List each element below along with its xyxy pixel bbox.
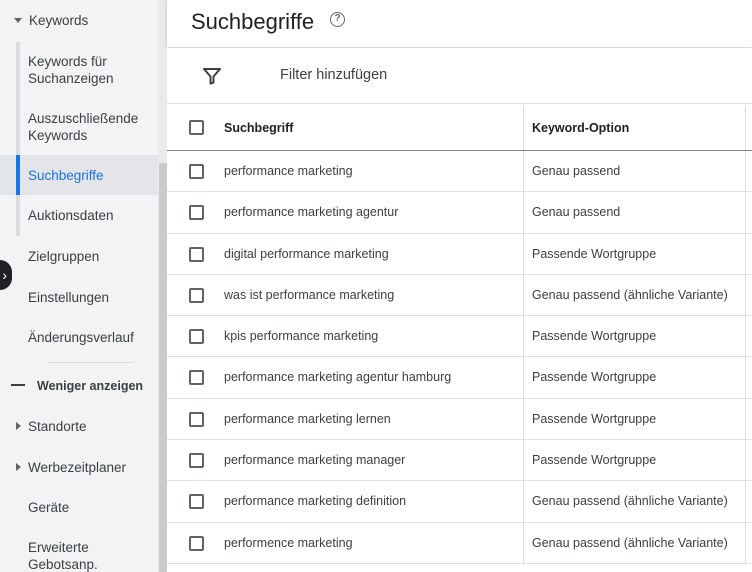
table-row[interactable]: performance marketing agentur Genau passe… xyxy=(167,192,752,234)
match-type-cell: Passende Wortgruppe xyxy=(532,329,657,344)
table-row[interactable]: performence marketing Genau passend (ähnl… xyxy=(167,523,752,564)
match-type-cell: Genau passend (ähnliche Variante) xyxy=(532,535,728,550)
search-term-cell: performance marketing definition xyxy=(224,494,407,509)
search-term-cell: digital performance marketing xyxy=(224,246,389,261)
table-row[interactable]: digital performance marketing Passende Wo… xyxy=(167,234,752,275)
sidebar-item-locations[interactable]: Standorte xyxy=(0,418,158,436)
sidebar-item-label: Erweiterte Gebotsanp. xyxy=(28,540,98,572)
match-type-cell: Genau passend (ähnliche Variante) xyxy=(532,494,728,509)
sidebar-item-label: Änderungsverlauf xyxy=(28,330,134,345)
search-term-cell: performance marketing xyxy=(224,164,353,178)
show-less-label: Weniger anzeigen xyxy=(37,379,144,393)
column-header-match-type[interactable]: Keyword-Option xyxy=(532,121,629,135)
show-less-button[interactable]: Weniger anzeigen xyxy=(0,378,158,396)
sidebar-item-label: Zielgruppen xyxy=(28,249,100,264)
table-row[interactable]: performance marketing definition Genau pa… xyxy=(167,481,752,523)
column-header-search-term[interactable]: Suchbegriff xyxy=(224,121,293,135)
sidebar-item-label: Standorte xyxy=(28,419,87,434)
sidebar-item-label: Keywords für Suchanzeigen xyxy=(28,54,114,86)
row-checkbox[interactable] xyxy=(189,411,204,427)
sidebar-item-settings[interactable]: Einstellungen xyxy=(0,289,158,307)
search-term-cell: kpis performance marketing xyxy=(224,329,379,344)
page-title: Suchbegriffe xyxy=(191,9,315,34)
filter-icon[interactable] xyxy=(203,67,221,85)
table-row[interactable]: performance marketing Genau passend xyxy=(167,151,752,193)
sidebar-item-auction-insights[interactable]: Auktionsdaten xyxy=(0,207,158,225)
help-icon[interactable]: ? xyxy=(330,12,345,27)
filter-bar: Filter hinzufügen xyxy=(167,48,752,104)
match-type-cell: Genau passend (ähnliche Variante) xyxy=(532,287,728,302)
sidebar-divider xyxy=(48,362,134,363)
sidebar-item-advanced-bid-adj[interactable]: Erweiterte Gebotsanp. xyxy=(0,539,158,572)
minus-icon xyxy=(11,384,25,386)
sidebar-item-label: Auszuschließende Keywords xyxy=(28,111,139,143)
sidebar-item-ad-schedule[interactable]: Werbezeitplaner xyxy=(0,459,158,477)
sidebar-item-search-terms[interactable]: Suchbegriffe xyxy=(0,155,158,195)
sidebar-item-label: Einstellungen xyxy=(28,290,110,305)
search-term-cell: performance marketing manager xyxy=(224,453,406,468)
sidebar-item-keywords[interactable]: Keywords xyxy=(0,12,158,30)
add-filter-button[interactable]: Filter hinzufügen xyxy=(280,67,387,83)
row-checkbox[interactable] xyxy=(189,246,204,262)
match-type-cell: Passende Wortgruppe xyxy=(532,370,657,385)
row-checkbox[interactable] xyxy=(189,535,204,551)
select-all-checkbox[interactable] xyxy=(189,120,204,135)
row-checkbox[interactable] xyxy=(189,164,204,179)
match-type-cell: Genau passend xyxy=(532,164,621,178)
sidebar-item-label: Auktionsdaten xyxy=(28,208,114,223)
row-checkbox[interactable] xyxy=(189,370,204,386)
chevron-down-icon xyxy=(14,18,22,23)
row-checkbox[interactable] xyxy=(189,453,204,469)
search-terms-table: Suchbegriff Keyword-Option performance m… xyxy=(167,105,752,565)
sidebar-item-devices[interactable]: Geräte xyxy=(0,499,158,517)
table-row[interactable]: performance marketing lernen Passende Wor… xyxy=(167,399,752,441)
table-row[interactable]: performance marketing agentur hamburg Pas… xyxy=(167,357,752,399)
chevron-right-icon xyxy=(16,422,21,430)
search-term-cell: performance marketing agentur xyxy=(224,205,399,220)
table-row[interactable]: kpis performance marketing Passende Wortg… xyxy=(167,316,752,358)
search-term-cell: performance marketing agentur hamburg xyxy=(224,370,452,385)
table-header: Suchbegriff Keyword-Option xyxy=(167,105,752,151)
row-checkbox[interactable] xyxy=(189,494,204,510)
search-term-cell: performance marketing lernen xyxy=(224,411,391,426)
match-type-cell: Passende Wortgruppe xyxy=(532,453,657,468)
search-term-cell: was ist performance marketing xyxy=(224,287,395,302)
sidebar-item-label: Keywords xyxy=(29,13,89,28)
match-type-cell: Genau passend xyxy=(532,205,621,220)
sidebar-item-label: Suchbegriffe xyxy=(28,168,104,183)
sidebar-item-label: Geräte xyxy=(28,500,70,515)
sidebar-scrollbar-thumb[interactable] xyxy=(159,163,167,572)
row-checkbox[interactable] xyxy=(189,329,204,345)
sidebar-item-audiences[interactable]: Zielgruppen xyxy=(0,248,158,266)
sidebar-item-label: Werbezeitplaner xyxy=(28,460,127,475)
page-header: Suchbegriffe ? xyxy=(167,0,752,47)
chevron-right-icon: › xyxy=(2,267,7,283)
row-checkbox[interactable] xyxy=(189,205,204,221)
match-type-cell: Passende Wortgruppe xyxy=(532,246,657,261)
match-type-cell: Passende Wortgruppe xyxy=(532,411,657,426)
sidebar-item-negative-keywords[interactable]: Auszuschließende Keywords xyxy=(0,110,158,144)
table-row[interactable]: performance marketing manager Passende Wo… xyxy=(167,440,752,482)
sidebar: Keywords Keywords für Suchanzeigen Auszu… xyxy=(0,0,167,572)
table-row[interactable]: was ist performance marketing Genau passe… xyxy=(167,275,752,317)
sidebar-item-search-keywords[interactable]: Keywords für Suchanzeigen xyxy=(0,53,158,87)
row-checkbox[interactable] xyxy=(189,287,204,303)
chevron-right-icon xyxy=(16,463,21,471)
search-term-cell: performence marketing xyxy=(224,535,353,550)
sidebar-item-change-history[interactable]: Änderungsverlauf xyxy=(0,329,158,347)
